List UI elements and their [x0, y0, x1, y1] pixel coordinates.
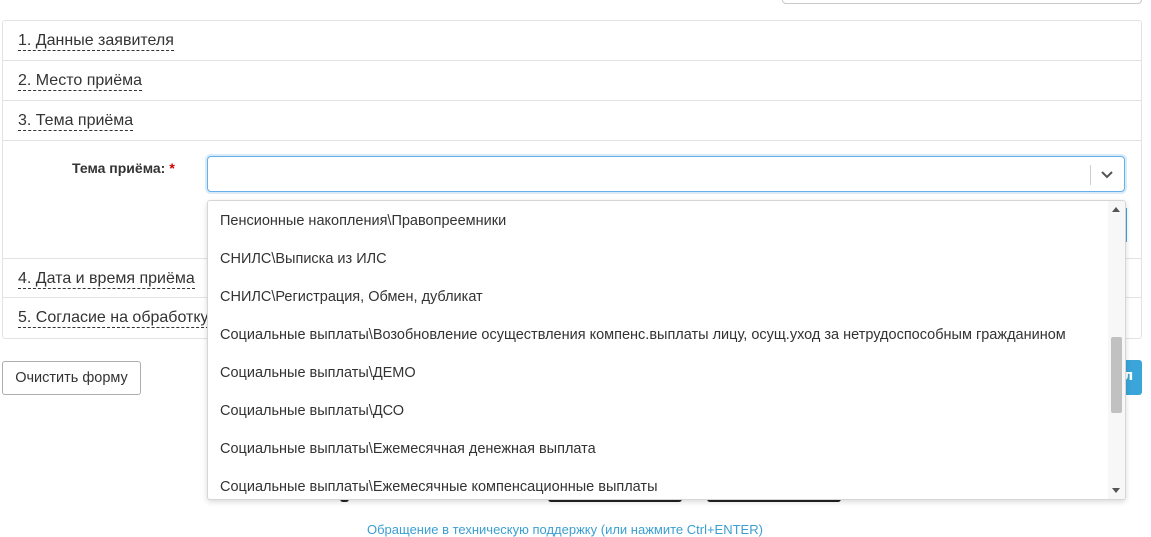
top-input-box[interactable] [782, 0, 1142, 4]
select-separator [1090, 165, 1091, 185]
support-link[interactable]: Обращение в техническую поддержку (или н… [367, 522, 763, 537]
dropdown-option[interactable]: Социальные выплаты\ДЕМО [220, 354, 416, 392]
section-label[interactable]: 5. Согласие на обработку [18, 308, 209, 328]
chevron-down-icon[interactable] [1099, 166, 1115, 182]
section-label[interactable]: 1. Данные заявителя [18, 31, 174, 51]
topic-dropdown-menu[interactable]: Пенсионные накопления\Правопреемники СНИ… [207, 200, 1126, 500]
dropdown-scrollbar[interactable] [1108, 201, 1125, 499]
required-mark: * [169, 160, 175, 176]
section-label[interactable]: 2. Место приёма [18, 71, 142, 91]
dropdown-option[interactable]: СНИЛС\Выписка из ИЛС [220, 240, 387, 278]
scroll-down-arrow-icon[interactable] [1112, 488, 1120, 493]
section-reception-topic[interactable]: 3. Тема приёма [3, 101, 1141, 141]
section-label[interactable]: 4. Дата и время приёма [18, 269, 195, 289]
dropdown-option[interactable]: Социальные выплаты\Возобновление осущест… [220, 316, 1066, 354]
section-applicant-data[interactable]: 1. Данные заявителя [3, 21, 1141, 61]
dropdown-option[interactable]: Социальные выплаты\Ежемесячные компенсац… [220, 468, 658, 499]
section-reception-place[interactable]: 2. Место приёма [3, 61, 1141, 101]
section-label[interactable]: 3. Тема приёма [18, 111, 134, 131]
topic-select[interactable] [207, 156, 1125, 192]
topic-field-label: Тема приёма: * [72, 160, 175, 176]
scrollbar-thumb[interactable] [1111, 337, 1122, 413]
dropdown-option[interactable]: СНИЛС\Регистрация, Обмен, дубликат [220, 278, 483, 316]
clear-form-button[interactable]: Очистить форму [2, 361, 141, 395]
scroll-up-arrow-icon[interactable] [1112, 207, 1120, 212]
dropdown-option[interactable]: Социальные выплаты\Ежемесячная денежная … [220, 430, 596, 468]
dropdown-option[interactable]: Пенсионные накопления\Правопреемники [220, 202, 506, 240]
dropdown-option[interactable]: Социальные выплаты\ДСО [220, 392, 404, 430]
